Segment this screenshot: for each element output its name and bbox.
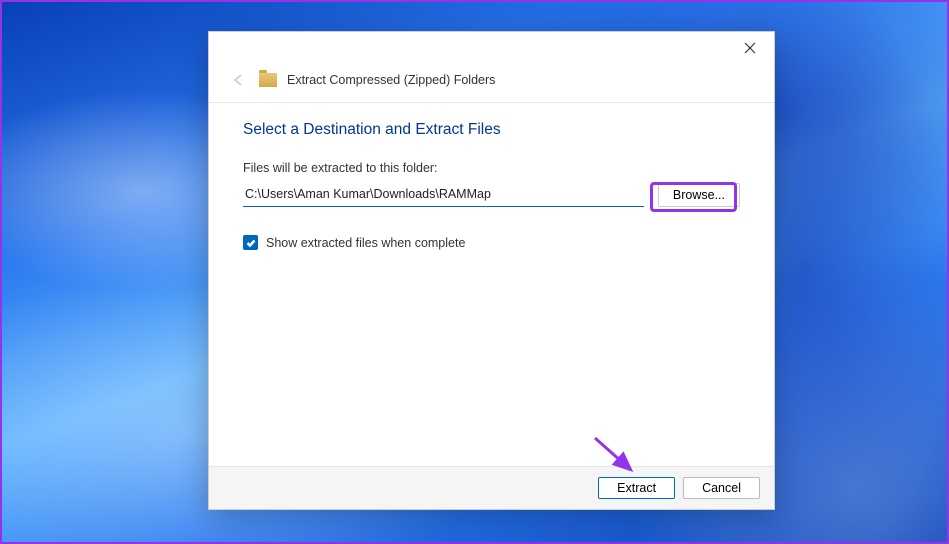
destination-path-input[interactable] [243, 183, 644, 207]
path-row: Browse... [243, 183, 740, 207]
dialog-footer: Extract Cancel [209, 466, 774, 509]
page-heading: Select a Destination and Extract Files [243, 121, 740, 139]
browse-button[interactable]: Browse... [658, 183, 740, 207]
show-files-label: Show extracted files when complete [266, 236, 465, 250]
extract-dialog: Extract Compressed (Zipped) Folders Sele… [208, 31, 775, 510]
content-area: Select a Destination and Extract Files F… [209, 103, 774, 466]
extract-button[interactable]: Extract [598, 477, 675, 499]
close-button[interactable] [732, 34, 768, 62]
path-label: Files will be extracted to this folder: [243, 161, 740, 175]
wizard-title: Extract Compressed (Zipped) Folders [287, 73, 495, 87]
arrow-left-icon [232, 73, 246, 87]
cancel-button[interactable]: Cancel [683, 477, 760, 499]
back-button [229, 70, 249, 90]
close-icon [744, 42, 756, 54]
titlebar [209, 32, 774, 64]
show-files-checkbox[interactable] [243, 235, 258, 250]
show-files-checkbox-row[interactable]: Show extracted files when complete [243, 235, 740, 250]
zipped-folder-icon [259, 73, 277, 87]
wizard-header: Extract Compressed (Zipped) Folders [209, 64, 774, 102]
checkmark-icon [246, 238, 256, 248]
